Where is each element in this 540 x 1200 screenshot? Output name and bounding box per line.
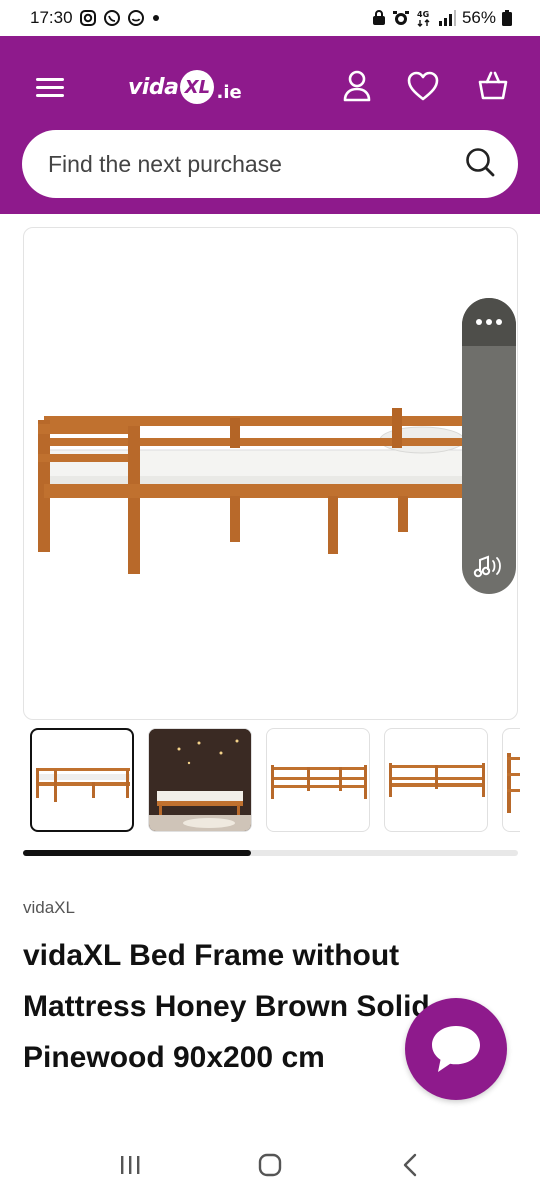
wishlist-heart-icon[interactable] <box>406 69 440 103</box>
chat-bubble-icon <box>432 1026 480 1072</box>
floating-accessibility-panel[interactable] <box>462 298 516 594</box>
hamburger-menu-icon[interactable] <box>36 72 66 102</box>
smiley-icon <box>127 9 145 27</box>
home-icon[interactable] <box>250 1145 290 1185</box>
thumbnail-scrollbar[interactable] <box>23 850 518 856</box>
thumbnail-bed-frame-end[interactable] <box>502 728 520 832</box>
dot-icon <box>151 13 161 23</box>
account-icon[interactable] <box>340 69 374 103</box>
thumbnail-bed-frame-angle[interactable] <box>384 728 488 832</box>
whatsapp-icon <box>103 9 121 27</box>
read-aloud-icon[interactable] <box>472 552 506 582</box>
logo-badge: XL <box>180 70 215 104</box>
back-icon[interactable] <box>390 1145 430 1185</box>
thumbnail-strip[interactable] <box>30 728 520 834</box>
chat-button[interactable] <box>405 998 507 1100</box>
battery-icon <box>502 10 512 26</box>
recent-apps-icon[interactable] <box>110 1145 150 1185</box>
bed-frame-image <box>38 408 492 574</box>
clock: 17:30 <box>30 8 73 27</box>
battery-percent: 56% <box>461 8 496 27</box>
product-brand[interactable]: vidaXL <box>23 898 75 918</box>
search-input[interactable] <box>48 150 464 178</box>
search-bar[interactable] <box>22 130 518 198</box>
more-options-icon[interactable] <box>462 298 516 346</box>
svg-text:4G: 4G <box>417 10 429 19</box>
4g-icon: 4G <box>416 9 432 27</box>
thumbnail-bed-room-scene[interactable] <box>148 728 252 832</box>
basket-icon[interactable] <box>476 69 510 103</box>
thumbnail-bed-frame-front[interactable] <box>266 728 370 832</box>
logo-domain: .ie <box>216 81 242 103</box>
vidaxl-logo[interactable]: vida XL .ie <box>128 66 242 108</box>
alarm-icon <box>392 9 410 27</box>
system-navigation-bar <box>0 1130 540 1200</box>
instagram-icon <box>79 9 97 27</box>
status-bar: 17:30 4G 56% <box>0 0 540 36</box>
product-image-main[interactable] <box>23 227 518 720</box>
thumbnail-bed-side-view[interactable] <box>30 728 134 832</box>
lock-icon <box>372 10 386 26</box>
thumbnail-scrollbar-thumb[interactable] <box>23 850 251 856</box>
site-header: vida XL .ie <box>0 36 540 214</box>
signal-icon <box>438 10 456 26</box>
search-icon[interactable] <box>464 146 496 183</box>
